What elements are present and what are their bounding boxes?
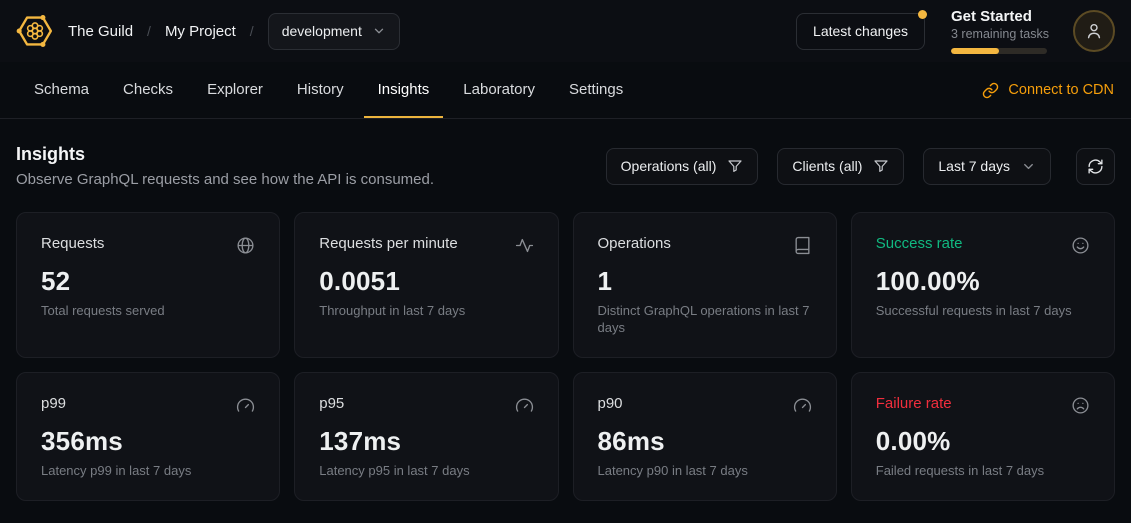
- card-value: 52: [41, 266, 255, 297]
- breadcrumb-project[interactable]: My Project: [165, 23, 236, 40]
- globe-icon: [236, 236, 255, 255]
- operations-filter-button[interactable]: Operations (all): [606, 148, 759, 185]
- smile-icon: [1071, 236, 1090, 255]
- clients-filter-button[interactable]: Clients (all): [777, 148, 904, 185]
- connect-to-cdn-link[interactable]: Connect to CDN: [982, 62, 1114, 118]
- latest-changes-button[interactable]: Latest changes: [796, 13, 925, 50]
- user-avatar[interactable]: [1073, 10, 1115, 52]
- target-selector-dropdown[interactable]: development: [268, 13, 400, 50]
- tab-insights[interactable]: Insights: [364, 62, 444, 118]
- card-description: Throughput in last 7 days: [319, 303, 533, 320]
- app-header: The Guild / My Project / development Lat…: [0, 0, 1131, 62]
- get-started-remaining: 3 remaining tasks: [951, 27, 1047, 41]
- card-value: 86ms: [598, 426, 812, 457]
- funnel-icon: [727, 158, 743, 174]
- tab-settings[interactable]: Settings: [555, 62, 637, 118]
- target-nav: SchemaChecksExplorerHistoryInsightsLabor…: [0, 62, 1131, 119]
- frown-icon: [1071, 396, 1090, 415]
- tab-checks[interactable]: Checks: [109, 62, 187, 118]
- connect-to-cdn-label: Connect to CDN: [1008, 82, 1114, 98]
- card-title: p95: [319, 395, 344, 412]
- filter-toolbar: Operations (all) Clients (all) Last 7 da…: [606, 148, 1115, 185]
- breadcrumb-org[interactable]: The Guild: [68, 23, 133, 40]
- get-started-progressbar: [951, 48, 1047, 54]
- hive-logo-icon[interactable]: [16, 12, 54, 50]
- refresh-icon: [1087, 158, 1104, 175]
- breadcrumb-separator: /: [250, 23, 254, 39]
- card-value: 0.0051: [319, 266, 533, 297]
- stat-card: Failure rate 0.00% Failed requests in la…: [851, 372, 1115, 501]
- card-description: Latency p90 in last 7 days: [598, 463, 812, 480]
- period-selector-button[interactable]: Last 7 days: [923, 148, 1051, 185]
- person-icon: [1084, 21, 1104, 41]
- period-selector-label: Last 7 days: [938, 158, 1010, 174]
- card-title: p90: [598, 395, 623, 412]
- stat-card: p99 356ms Latency p99 in last 7 days: [16, 372, 280, 501]
- page-subtitle: Observe GraphQL requests and see how the…: [16, 171, 434, 188]
- nav-tabs: SchemaChecksExplorerHistoryInsightsLabor…: [17, 62, 640, 118]
- gauge-icon: [236, 396, 255, 415]
- funnel-icon: [873, 158, 889, 174]
- tab-explorer[interactable]: Explorer: [193, 62, 277, 118]
- card-value: 1: [598, 266, 812, 297]
- page-title: Insights: [16, 144, 434, 165]
- card-title: Failure rate: [876, 395, 952, 412]
- notification-dot: [918, 10, 927, 19]
- tab-schema[interactable]: Schema: [20, 62, 103, 118]
- breadcrumb: The Guild / My Project / development: [68, 13, 400, 50]
- gauge-icon: [793, 396, 812, 415]
- card-description: Latency p95 in last 7 days: [319, 463, 533, 480]
- clients-filter-label: Clients (all): [792, 158, 862, 174]
- stat-card: Requests per minute 0.0051 Throughput in…: [294, 212, 558, 358]
- card-value: 0.00%: [876, 426, 1090, 457]
- gauge-icon: [515, 396, 534, 415]
- stat-card: p90 86ms Latency p90 in last 7 days: [573, 372, 837, 501]
- activity-icon: [515, 236, 534, 255]
- stat-card: Success rate 100.00% Successful requests…: [851, 212, 1115, 358]
- card-description: Total requests served: [41, 303, 255, 320]
- card-description: Distinct GraphQL operations in last 7 da…: [598, 303, 812, 337]
- card-value: 100.00%: [876, 266, 1090, 297]
- card-title: p99: [41, 395, 66, 412]
- insights-page: Insights Observe GraphQL requests and se…: [0, 119, 1131, 501]
- card-description: Failed requests in last 7 days: [876, 463, 1090, 480]
- tab-laboratory[interactable]: Laboratory: [449, 62, 549, 118]
- get-started-widget[interactable]: Get Started 3 remaining tasks: [951, 8, 1047, 55]
- stat-card: Operations 1 Distinct GraphQL operations…: [573, 212, 837, 358]
- operations-filter-label: Operations (all): [621, 158, 717, 174]
- book-icon: [793, 236, 812, 255]
- stat-card: Requests 52 Total requests served: [16, 212, 280, 358]
- breadcrumb-separator: /: [147, 23, 151, 39]
- page-header: Insights Observe GraphQL requests and se…: [16, 144, 434, 188]
- stat-card: p95 137ms Latency p95 in last 7 days: [294, 372, 558, 501]
- card-value: 356ms: [41, 426, 255, 457]
- latest-changes-label: Latest changes: [813, 23, 908, 39]
- get-started-progress-fill: [951, 48, 999, 54]
- card-description: Latency p99 in last 7 days: [41, 463, 255, 480]
- card-title: Operations: [598, 235, 671, 252]
- card-title: Requests: [41, 235, 104, 252]
- chevron-down-icon: [372, 24, 386, 38]
- stats-grid: Requests 52 Total requests served Reques…: [16, 212, 1115, 501]
- link-icon: [982, 82, 999, 99]
- refresh-button[interactable]: [1076, 148, 1115, 185]
- chevron-down-icon: [1021, 159, 1036, 174]
- card-title: Success rate: [876, 235, 963, 252]
- card-title: Requests per minute: [319, 235, 457, 252]
- card-description: Successful requests in last 7 days: [876, 303, 1090, 320]
- tab-history[interactable]: History: [283, 62, 358, 118]
- target-selector-value: development: [282, 23, 362, 39]
- get-started-title: Get Started: [951, 8, 1047, 27]
- card-value: 137ms: [319, 426, 533, 457]
